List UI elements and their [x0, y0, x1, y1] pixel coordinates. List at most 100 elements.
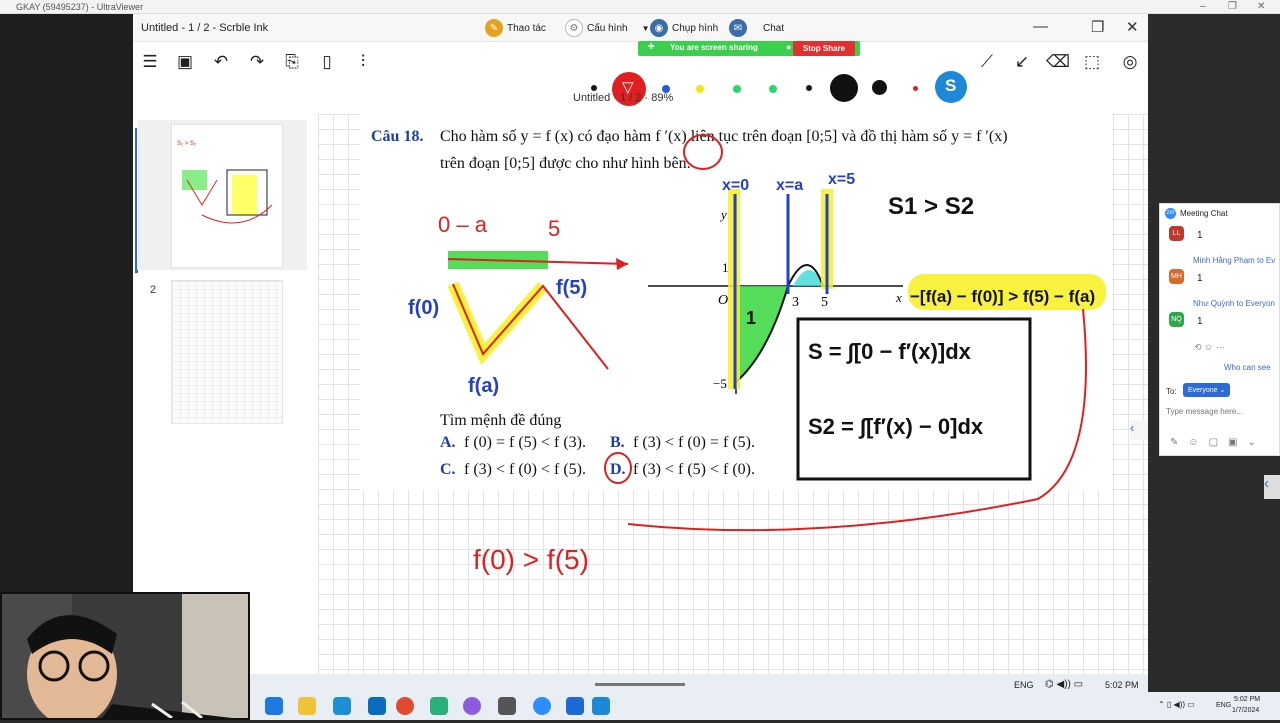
maximize-button[interactable]: ❐: [1091, 18, 1104, 36]
edge-icon[interactable]: [265, 697, 283, 715]
ink-integral-s2: S2 = ∫[f′(x) − 0]dx: [808, 414, 984, 439]
app-titlebar: Untitled - 1 / 2 - Scrble Ink ✎ Thao tác…: [133, 14, 1148, 42]
ink-f0: f(0): [408, 297, 439, 319]
shaded-area-below: [736, 286, 788, 382]
camera-icon: ◉: [650, 19, 668, 37]
phone-icon[interactable]: [498, 697, 516, 715]
viewer-minimize-button[interactable]: –: [1200, 1, 1206, 12]
chat-message: 1: [1197, 273, 1203, 284]
viewer-title: GKAY (59495237) - UltraViewer: [16, 2, 144, 12]
to-label: To:: [1166, 387, 1177, 396]
color-green2-dot[interactable]: [769, 85, 777, 93]
menu-chat[interactable]: ✉ Chat: [729, 17, 784, 39]
reaction-icons[interactable]: ⟲ ☺ ⋯: [1194, 342, 1225, 353]
document-info: Untitled · 1 / 2 · 89%: [573, 92, 674, 104]
app2-icon[interactable]: [463, 697, 481, 715]
taskbar-handle[interactable]: [595, 683, 685, 686]
taskbar-lang[interactable]: ENG: [1014, 680, 1034, 690]
pen-size-large-dot[interactable]: [830, 74, 858, 102]
menu-label: Chụp hình: [672, 22, 719, 34]
pen-size-small-dot[interactable]: [591, 85, 597, 91]
save-icon[interactable]: ▣: [174, 51, 196, 73]
file-explorer-icon[interactable]: [298, 697, 316, 715]
host-tray-icons[interactable]: ⌃ ▯ ◀)) ▭: [1158, 700, 1195, 709]
chat-icon: ✉: [729, 19, 747, 37]
menu-thao-tac[interactable]: ✎ Thao tác▼: [485, 17, 572, 39]
new-page-icon[interactable]: ▯: [316, 51, 338, 73]
host-lang[interactable]: ENG: [1216, 702, 1231, 709]
chrome-icon[interactable]: [396, 697, 414, 715]
pen-size-dot[interactable]: [806, 85, 812, 91]
color-yellow-dot[interactable]: [696, 85, 704, 93]
shaded-area-above: [793, 270, 823, 286]
app-icon[interactable]: [430, 697, 448, 715]
host-time[interactable]: 5:02 PM: [1234, 696, 1260, 703]
pen-size-medium-dot[interactable]: [872, 80, 887, 95]
menu-cau-hinh[interactable]: ⚙ Cấu hình ▼: [565, 17, 650, 39]
chat-message-input[interactable]: [1166, 404, 1276, 418]
remote-desktop-background: [0, 14, 133, 692]
collapse-panel-icon[interactable]: ‹: [1130, 420, 1148, 440]
scrble-logo-button[interactable]: S: [935, 71, 967, 103]
ink-s1-s2: S1 > S2: [888, 193, 974, 220]
selection-icon[interactable]: ⬚: [1081, 51, 1103, 73]
clipboard-icon[interactable]: ⎘: [281, 51, 303, 73]
pen-size-tiny-dot[interactable]: [913, 86, 918, 91]
close-button[interactable]: ✕: [1126, 18, 1139, 36]
ink-integral-s: S = ∫[0 − f′(x)]dx: [808, 339, 972, 364]
undo-icon[interactable]: ↶: [210, 51, 232, 73]
recipient-dropdown[interactable]: Everyone ⌄: [1183, 383, 1231, 397]
tick-1: 1: [722, 260, 729, 275]
chat-sender: Minh Hằng Phạm to Ev: [1193, 256, 1276, 265]
ink-f5: f(5): [556, 277, 587, 299]
chat-sender: Như Quỳnh to Everyon: [1193, 299, 1275, 308]
circle-answer-d: [604, 452, 632, 484]
remote-viewer-titlebar: GKAY (59495237) - UltraViewer – ❐ ✕: [0, 0, 1280, 14]
hamburger-menu-icon[interactable]: ☰: [139, 51, 161, 73]
zoom-icon: zm: [1165, 208, 1176, 219]
color-green-dot[interactable]: [733, 85, 741, 93]
drawing-canvas[interactable]: Câu 18. Cho hàm số y = f (x) có đạo hàm …: [318, 114, 1148, 692]
menu-label: Cấu hình: [587, 22, 628, 34]
avatar: LL: [1169, 226, 1184, 241]
taskbar-time[interactable]: 5:02 PM: [1105, 680, 1139, 690]
sliders-icon[interactable]: ⫶: [352, 51, 374, 73]
share-status-icon: ✚: [648, 42, 655, 51]
store-icon[interactable]: [368, 697, 386, 715]
expand-sidebar-icon[interactable]: ‹: [1264, 475, 1280, 499]
circle-fprime-annotation: [683, 134, 723, 170]
thumbnail-preview: S₁ > S₂: [177, 141, 273, 224]
zoom-taskbar-icon[interactable]: [533, 697, 551, 715]
ruler-icon[interactable]: ⟋: [976, 51, 998, 73]
scrble-ink-window: Untitled - 1 / 2 - Scrble Ink ✎ Thao tác…: [133, 14, 1148, 692]
viewer-maximize-button[interactable]: ❐: [1228, 1, 1237, 12]
ink-xa: x=a: [776, 177, 803, 194]
pencil-icon: ✎: [485, 19, 503, 37]
ink-inequality: −[f(a) − f(0)] > f(5) − f(a): [910, 287, 1095, 306]
app-title: Untitled - 1 / 2 - Scrble Ink: [141, 22, 269, 34]
menu-chup-hinh[interactable]: ◉ Chụp hình▼: [650, 17, 736, 39]
mail-icon[interactable]: [333, 697, 351, 715]
tray-icons[interactable]: ⌬ ◀)) ▭: [1045, 679, 1083, 690]
zoom2-taskbar-icon[interactable]: [566, 697, 584, 715]
redo-icon[interactable]: ↷: [246, 51, 268, 73]
arrow-pointer-icon[interactable]: ↙: [1011, 51, 1033, 73]
scrble-taskbar-icon[interactable]: [592, 697, 610, 715]
chat-message: 1: [1197, 316, 1203, 327]
share-message: You are screen sharing: [670, 43, 758, 52]
eye-icon[interactable]: ◎: [1119, 51, 1141, 73]
minimize-button[interactable]: —: [1033, 18, 1048, 35]
chat-toolbar-icons[interactable]: ✎☺▢▣⌄: [1170, 437, 1266, 448]
tick-neg5: −5: [713, 376, 727, 391]
ink-conclusion: f(0) > f(5): [473, 544, 589, 575]
ink-x5: x=5: [828, 171, 855, 188]
page-thumbnail-1[interactable]: S₁ > S₂: [171, 124, 283, 268]
page-thumbnail-2[interactable]: [171, 280, 283, 424]
ink-zero-a: 0 – a: [438, 212, 488, 237]
host-date[interactable]: 1/7/2024: [1232, 707, 1259, 714]
eraser-icon[interactable]: ⌫: [1046, 51, 1070, 73]
who-can-see[interactable]: Who can see: [1224, 363, 1271, 372]
stop-share-button[interactable]: Stop Share: [793, 41, 855, 56]
viewer-close-button[interactable]: ✕: [1257, 1, 1265, 12]
ink-x0: x=0: [722, 177, 749, 194]
